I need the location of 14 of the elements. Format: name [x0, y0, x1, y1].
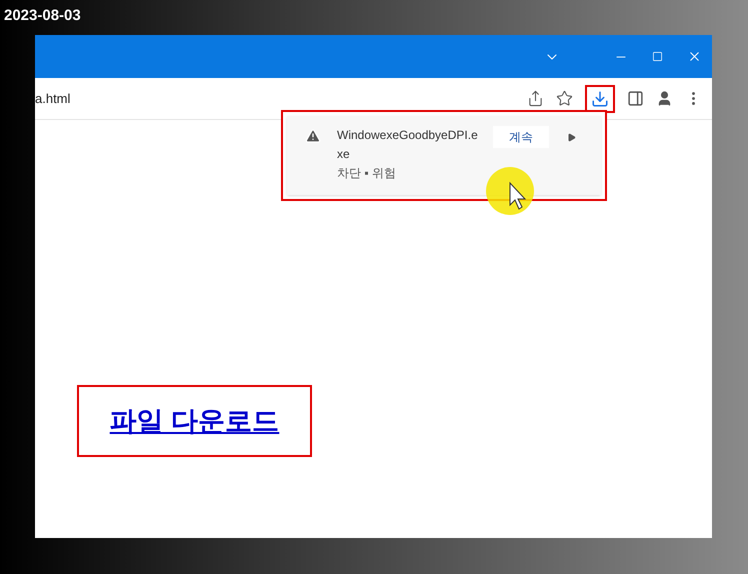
date-label: 2023-08-03: [4, 8, 81, 23]
address-url[interactable]: a.html: [35, 88, 70, 108]
star-icon[interactable]: [556, 90, 573, 107]
warning-icon: [305, 128, 321, 144]
continue-button[interactable]: 계속: [493, 126, 549, 148]
share-icon[interactable]: [527, 90, 544, 107]
maximize-icon[interactable]: [652, 51, 663, 62]
profile-icon[interactable]: [656, 90, 673, 107]
file-name: WindowexeGoodbyeDPI.exe: [337, 127, 478, 163]
expand-arrow-icon[interactable]: [567, 133, 576, 142]
download-link[interactable]: 파일 다운로드: [110, 400, 280, 442]
download-status: 차단 ▪ 위험: [337, 165, 397, 182]
download-icon: [591, 90, 609, 108]
side-panel-icon[interactable]: [627, 90, 644, 107]
